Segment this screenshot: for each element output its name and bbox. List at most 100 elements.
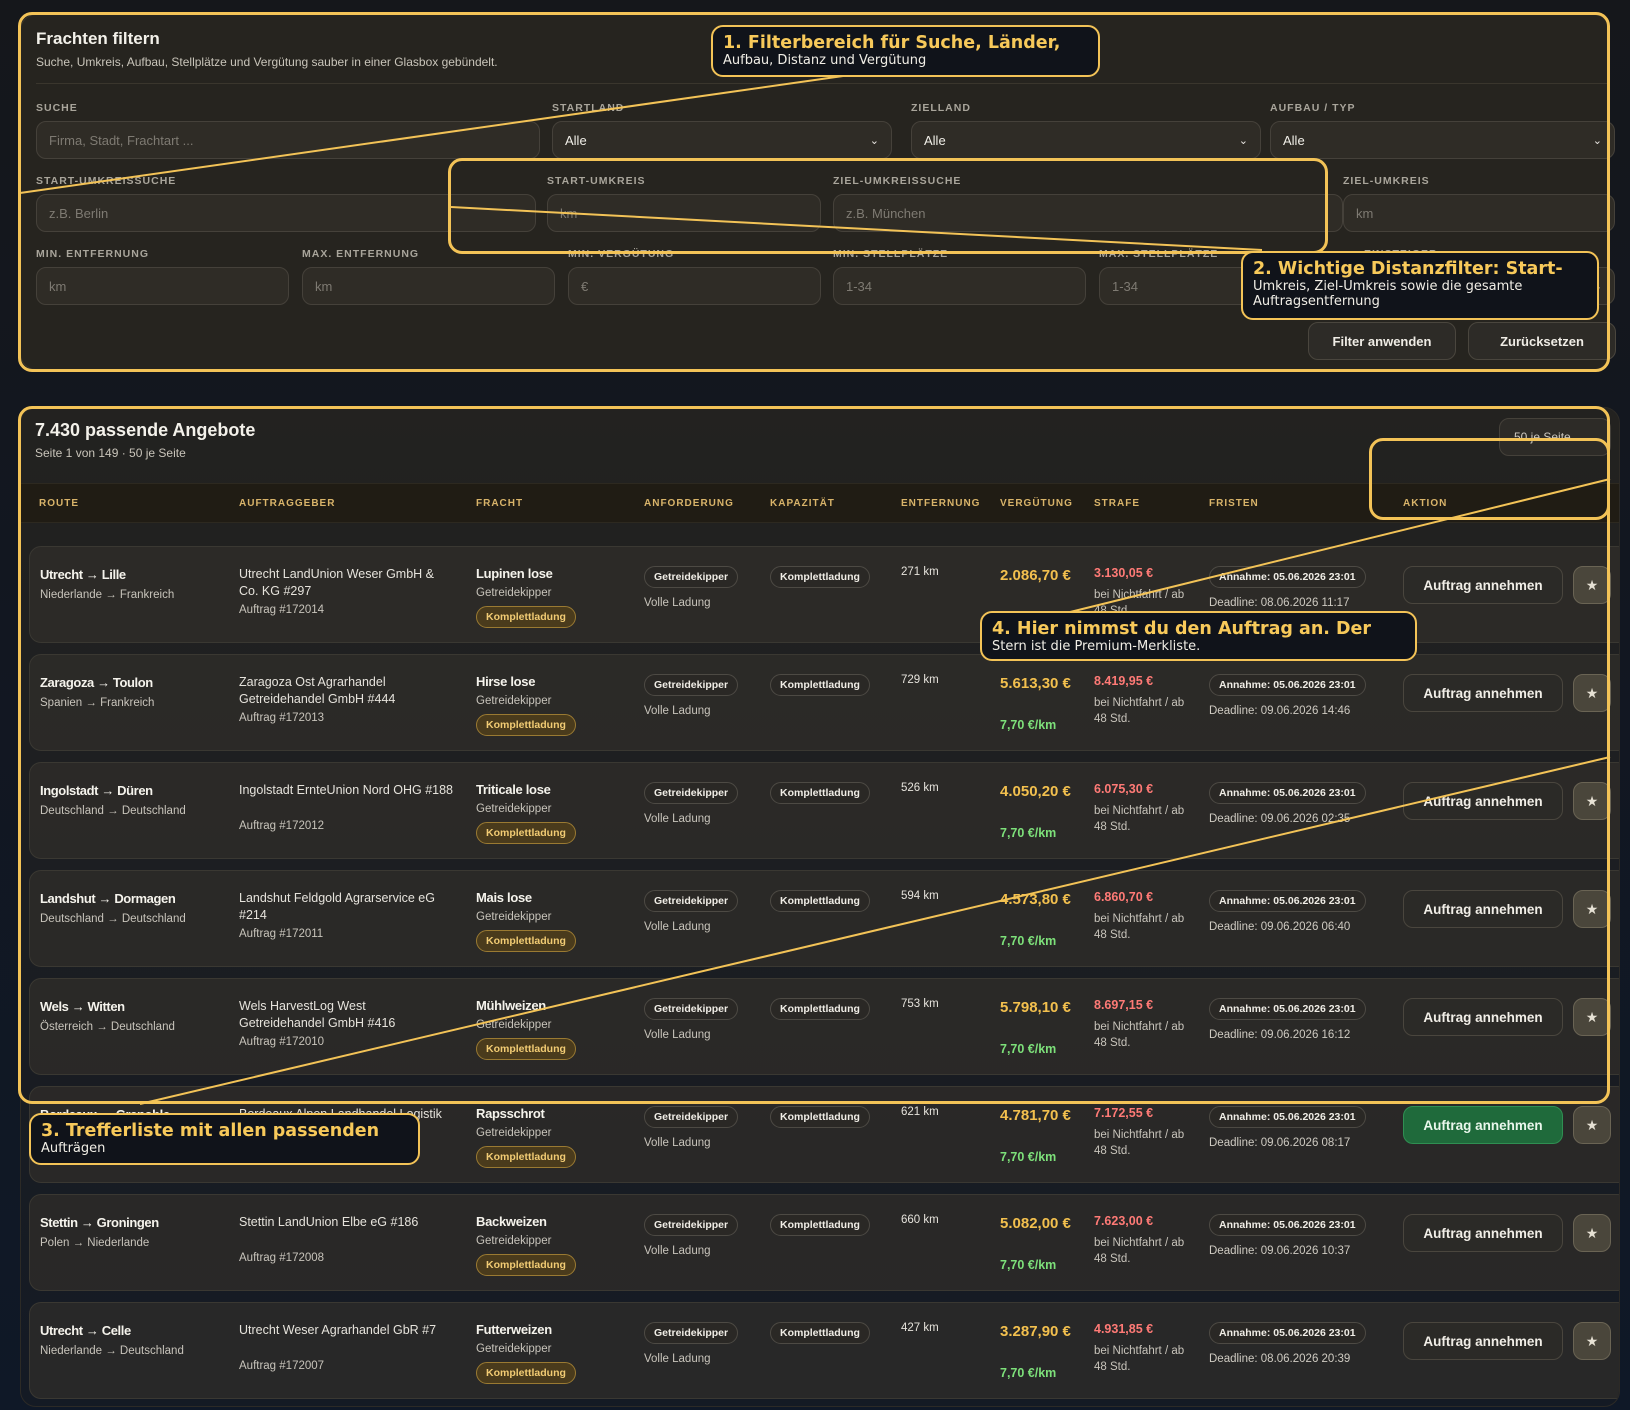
- capacity-chip: Komplettladung: [770, 674, 870, 696]
- zielland-select[interactable]: Alle ⌄: [911, 121, 1261, 159]
- accept-order-button[interactable]: Auftrag annehmen: [1403, 890, 1563, 928]
- requirement-text: Volle Ladung: [644, 1029, 711, 1041]
- accept-order-button[interactable]: Auftrag annehmen: [1403, 998, 1563, 1036]
- distance-value: 753 km: [901, 998, 939, 1010]
- star-icon[interactable]: ★: [1573, 1106, 1611, 1144]
- penalty-value: 6.860,70 €: [1094, 890, 1154, 904]
- price-per-km: 7,70 €/km: [1000, 826, 1057, 840]
- star-icon[interactable]: ★: [1573, 782, 1611, 820]
- price-value: 4.573,80 €: [1000, 891, 1071, 908]
- price-per-km: 7,70 €/km: [1000, 1042, 1057, 1056]
- deadline-text: Deadline: 09.06.2026 02:35: [1209, 813, 1351, 825]
- requirement-badge: Getreidekipper: [644, 566, 739, 588]
- freight-body: Getreidekipper: [476, 1127, 552, 1139]
- results-subtitle: Seite 1 von 149 · 50 je Seite: [35, 446, 186, 460]
- route-countries: Deutschland → Deutschland: [40, 913, 186, 925]
- start-umkreissuche-input[interactable]: [36, 194, 536, 232]
- ziel-umkreis-input[interactable]: [1343, 194, 1615, 232]
- acceptance-time-badge: Annahme: 05.06.2026 23:01: [1209, 1106, 1366, 1128]
- star-icon[interactable]: ★: [1573, 998, 1611, 1036]
- deadline-text: Deadline: 08.06.2026 20:39: [1209, 1353, 1351, 1365]
- route-text: Ingolstadt → Düren: [40, 783, 153, 798]
- capacity-badge: Komplettladung: [476, 1038, 576, 1060]
- route-countries: Niederlande → Deutschland: [40, 1345, 184, 1357]
- accept-order-button[interactable]: Auftrag annehmen: [1403, 674, 1563, 712]
- per-page-select[interactable]: 50 je Seite ⌄: [1499, 418, 1611, 456]
- max-stellplaetze-label: MAX. STELLPLÄTZE: [1099, 248, 1219, 260]
- accept-order-button[interactable]: Auftrag annehmen: [1403, 1214, 1563, 1252]
- price-per-km: 7,70 €/km: [1000, 1150, 1057, 1164]
- requirement-text: Volle Ladung: [644, 705, 711, 717]
- column-kapazitaet: KAPAZITÄT: [770, 498, 835, 509]
- search-input[interactable]: [36, 121, 540, 159]
- price-value: 5.798,10 €: [1000, 999, 1071, 1016]
- zielland-label: ZIELLAND: [911, 102, 971, 114]
- min-entfernung-label: MIN. ENTFERNUNG: [36, 248, 149, 260]
- price-per-km: 7,70 €/km: [1000, 718, 1057, 732]
- aufbau-select[interactable]: Alle ⌄: [1270, 121, 1615, 159]
- column-auftraggeber: AUFTRAGGEBER: [239, 498, 336, 509]
- chevron-down-icon: ⌄: [1589, 430, 1600, 444]
- acceptance-time-badge: Annahme: 05.06.2026 23:01: [1209, 1214, 1366, 1236]
- requirement-badge: Getreidekipper: [644, 782, 739, 804]
- freight-body: Getreidekipper: [476, 1235, 552, 1247]
- requirement-badge: Getreidekipper: [644, 890, 739, 912]
- filter-title: Frachten filtern: [36, 29, 160, 48]
- results-panel: 7.430 passende Angebote Seite 1 von 149 …: [20, 407, 1620, 1407]
- route-countries: Österreich → Deutschland: [40, 1021, 175, 1033]
- capacity-chip: Komplettladung: [770, 1322, 870, 1344]
- deadline-text: Deadline: 09.06.2026 16:12: [1209, 1029, 1351, 1041]
- price-value: 2.086,70 €: [1000, 567, 1071, 584]
- star-icon[interactable]: ★: [1573, 890, 1611, 928]
- start-umkreis-input[interactable]: [547, 194, 821, 232]
- chevron-down-icon: ⌄: [869, 134, 879, 147]
- accept-order-button[interactable]: Auftrag annehmen: [1403, 1106, 1563, 1144]
- max-entfernung-input[interactable]: [302, 267, 555, 305]
- accept-order-button[interactable]: Auftrag annehmen: [1403, 1322, 1563, 1360]
- ziel-umkreissuche-input[interactable]: [833, 194, 1343, 232]
- column-fracht: FRACHT: [476, 498, 524, 509]
- route-text: Zaragoza → Toulon: [40, 675, 153, 690]
- client-name: Utrecht LandUnion Weser GmbH & Co. KG #2…: [239, 567, 434, 598]
- max-stellplaetze-input[interactable]: [1099, 267, 1352, 305]
- star-icon[interactable]: ★: [1573, 674, 1611, 712]
- penalty-note: bei Nichtfahrt / ab 48 Std.: [1094, 1237, 1185, 1265]
- capacity-badge: Komplettladung: [476, 1146, 576, 1168]
- star-icon[interactable]: ★: [1573, 1322, 1611, 1360]
- price-per-km: 7,70 €/km: [1000, 1258, 1057, 1272]
- freight-type: Mühlweizen: [476, 998, 546, 1013]
- penalty-note: bei Nichtfahrt / ab 48 Std.: [1094, 805, 1185, 833]
- startland-select[interactable]: Alle ⌄: [552, 121, 892, 159]
- min-stellplaetze-input[interactable]: [833, 267, 1086, 305]
- capacity-chip: Komplettladung: [770, 782, 870, 804]
- min-entfernung-input[interactable]: [36, 267, 289, 305]
- einsteiger-select[interactable]: ⌄: [1364, 267, 1615, 305]
- capacity-badge: Komplettladung: [476, 714, 576, 736]
- ziel-umkreissuche-label: ZIEL-UMKREISSUCHE: [833, 175, 962, 187]
- requirement-badge: Getreidekipper: [644, 998, 739, 1020]
- column-strafe: STRAFE: [1094, 498, 1140, 509]
- star-icon[interactable]: ★: [1573, 566, 1611, 604]
- freight-body: Getreidekipper: [476, 1343, 552, 1355]
- distance-value: 526 km: [901, 782, 939, 794]
- aufbau-label: AUFBAU / TYP: [1270, 102, 1356, 114]
- order-number: Auftrag #172012: [239, 820, 325, 832]
- apply-filter-button[interactable]: Filter anwenden: [1308, 322, 1456, 360]
- per-page-value: 50 je Seite: [1514, 430, 1571, 444]
- penalty-note: bei Nichtfahrt / ab 48 Std.: [1094, 1345, 1185, 1373]
- min-verguetung-input[interactable]: [568, 267, 821, 305]
- star-icon[interactable]: ★: [1573, 1214, 1611, 1252]
- requirement-badge: Getreidekipper: [644, 1214, 739, 1236]
- distance-value: 621 km: [901, 1106, 939, 1118]
- requirement-badge: Getreidekipper: [644, 1106, 739, 1128]
- requirement-badge: Getreidekipper: [644, 674, 739, 696]
- reset-filter-button[interactable]: Zurücksetzen: [1468, 322, 1616, 360]
- accept-order-button[interactable]: Auftrag annehmen: [1403, 566, 1563, 604]
- route-countries: Deutschland → Deutschland: [40, 805, 186, 817]
- penalty-note: bei Nichtfahrt / ab 48 Std.: [1094, 1129, 1185, 1157]
- freight-type: Hirse lose: [476, 674, 536, 689]
- accept-order-button[interactable]: Auftrag annehmen: [1403, 782, 1563, 820]
- freight-type: Rapsschrot: [476, 1106, 545, 1121]
- filter-subtitle: Suche, Umkreis, Aufbau, Stellplätze und …: [36, 55, 498, 69]
- route-countries: Niederlande → Frankreich: [40, 589, 175, 601]
